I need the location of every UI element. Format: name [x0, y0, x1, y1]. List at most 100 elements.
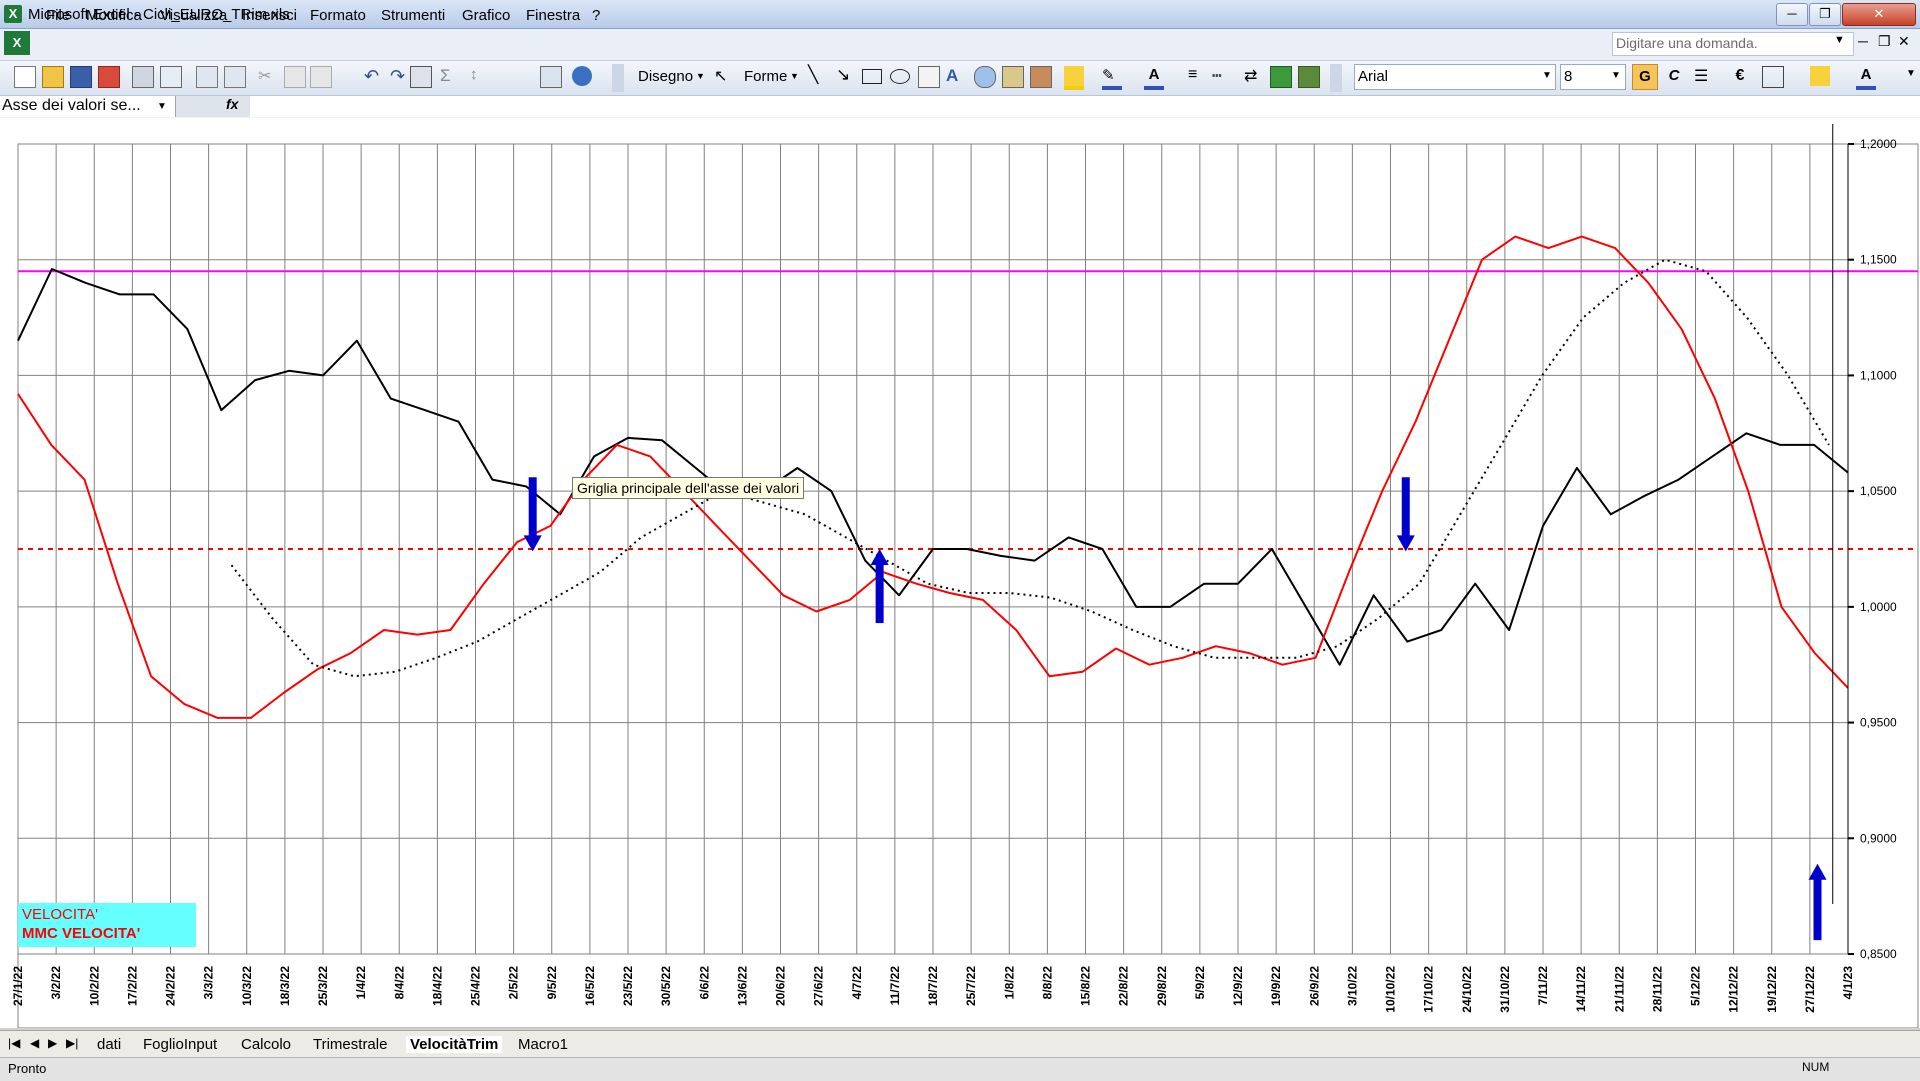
arrow-style-icon[interactable]: ⇄: [1244, 66, 1264, 86]
status-bar: [0, 1057, 1920, 1081]
x-tick-label: 8/4/22: [392, 966, 406, 1000]
draw-menu-label[interactable]: Disegno: [638, 68, 693, 85]
italic-button[interactable]: C: [1662, 64, 1686, 88]
y-tick-label: 0,9500: [1860, 716, 1897, 730]
workbook-icon[interactable]: X: [4, 31, 30, 55]
tab-foglioinput[interactable]: FoglioInput: [143, 1036, 217, 1053]
help-dropdown-icon[interactable]: ▼: [1834, 34, 1845, 46]
3d-icon[interactable]: [1298, 66, 1320, 88]
hyperlink-icon[interactable]: [410, 66, 432, 88]
diagram-icon[interactable]: [974, 66, 996, 88]
x-tick-label: 12/9/22: [1231, 966, 1245, 1006]
toolbar-grip-2[interactable]: [1330, 64, 1342, 92]
arrow-shaft: [1813, 877, 1822, 941]
x-tick-label: 10/3/22: [240, 966, 254, 1006]
oval-icon[interactable]: [890, 69, 910, 84]
doc-restore-button[interactable]: ❐: [1878, 33, 1891, 50]
x-tick-label: 11/7/22: [888, 966, 902, 1006]
print-icon[interactable]: [132, 66, 154, 88]
draw-dropdown-icon[interactable]: ▼: [696, 71, 705, 81]
save-icon[interactable]: [70, 66, 92, 88]
first-sheet-icon[interactable]: |◀: [8, 1036, 20, 1050]
tab-macro1[interactable]: Macro1: [518, 1036, 568, 1053]
menu-strumenti[interactable]: Strumenti: [381, 7, 445, 24]
shapes-menu-label[interactable]: Forme: [744, 68, 787, 85]
dash-style-icon[interactable]: ┅: [1212, 66, 1232, 86]
arrow-icon[interactable]: ↘: [836, 65, 850, 85]
cell-fill-icon[interactable]: [1810, 66, 1830, 86]
bold-button[interactable]: G: [1632, 64, 1658, 90]
x-tick-label: 27/1/22: [11, 966, 25, 1006]
minimize-button[interactable]: ─: [1776, 3, 1808, 26]
research-icon[interactable]: [224, 66, 246, 88]
spelling-icon[interactable]: [196, 66, 218, 88]
chart[interactable]: 1,2000 1,1500 1,1000 1,0500 1,0000 0,9500 0,90…: [0, 118, 1920, 1028]
menu-modifica[interactable]: Modifica: [86, 7, 142, 24]
open-icon[interactable]: [42, 66, 64, 88]
copy-icon[interactable]: [284, 66, 306, 88]
picture-icon[interactable]: [1030, 66, 1052, 88]
line-icon[interactable]: ╲: [808, 65, 818, 85]
x-tick-label: 29/8/22: [1155, 966, 1169, 1006]
x-tick-label: 24/2/22: [164, 966, 178, 1006]
align-icon[interactable]: ☰: [1694, 66, 1714, 86]
cell-font-color-icon[interactable]: A: [1856, 66, 1876, 90]
y-tick-label: 1,0000: [1860, 600, 1897, 614]
menu-inserisci[interactable]: Inserisci: [242, 7, 297, 24]
borders-icon[interactable]: [1762, 66, 1784, 88]
sort-icon[interactable]: ↕: [470, 66, 490, 86]
last-sheet-icon[interactable]: ▶|: [66, 1036, 78, 1050]
menu-finestra[interactable]: Finestra: [526, 7, 580, 24]
insert-function-icon[interactable]: fx: [226, 96, 238, 112]
prev-sheet-icon[interactable]: ◀: [30, 1036, 39, 1050]
line-style-icon[interactable]: ≡: [1188, 66, 1208, 86]
excel-icon[interactable]: X: [4, 5, 22, 23]
x-tick-label: 22/8/22: [1117, 966, 1131, 1006]
font-size-dropdown-icon[interactable]: ▼: [1608, 64, 1624, 88]
print-preview-icon[interactable]: [160, 66, 182, 88]
redo-icon[interactable]: ↷: [390, 66, 410, 86]
doc-minimize-button[interactable]: ─: [1858, 33, 1868, 49]
menu-visualizza[interactable]: Visualizza: [160, 7, 227, 24]
menu-formato[interactable]: Formato: [310, 7, 366, 24]
menu-grafico[interactable]: Grafico: [462, 7, 510, 24]
font-color-icon[interactable]: A: [1144, 66, 1164, 90]
chart-wizard-icon[interactable]: [540, 66, 562, 88]
tab-calcolo[interactable]: Calcolo: [241, 1036, 291, 1053]
toolbar-grip[interactable]: [612, 64, 624, 92]
name-box-dropdown-icon[interactable]: ▼: [152, 97, 172, 117]
menu-file[interactable]: File: [46, 7, 70, 24]
wordart-icon[interactable]: A: [946, 66, 966, 86]
formula-input[interactable]: [250, 96, 1920, 117]
x-tick-label: 17/2/22: [125, 966, 139, 1006]
textbox-icon[interactable]: [918, 66, 940, 88]
cut-icon[interactable]: ✂: [258, 66, 278, 86]
tab-dati[interactable]: dati: [97, 1036, 121, 1053]
undo-icon[interactable]: ↶: [364, 66, 384, 86]
fill-color-icon[interactable]: [1064, 66, 1084, 90]
pdf-icon[interactable]: [98, 66, 120, 88]
shapes-dropdown-icon[interactable]: ▼: [790, 71, 799, 81]
paste-icon[interactable]: [310, 66, 332, 88]
font-name-dropdown-icon[interactable]: ▼: [1539, 64, 1555, 88]
tab-trimestrale[interactable]: Trimestrale: [313, 1036, 387, 1053]
currency-button[interactable]: €: [1728, 64, 1752, 88]
restore-button[interactable]: ❐: [1809, 3, 1841, 26]
rectangle-icon[interactable]: [862, 69, 882, 84]
x-tick-label: 5/12/22: [1689, 966, 1703, 1006]
clipart-icon[interactable]: [1002, 66, 1024, 88]
doc-close-button[interactable]: ✕: [1898, 33, 1910, 50]
new-icon[interactable]: [14, 66, 36, 88]
x-tick-label: 25/7/22: [964, 966, 978, 1006]
toolbar-options-icon[interactable]: ▼: [1906, 68, 1916, 79]
next-sheet-icon[interactable]: ▶: [48, 1036, 57, 1050]
x-tick-label: 30/5/22: [659, 966, 673, 1006]
tab-velocitatrim[interactable]: VelocitàTrim: [406, 1036, 503, 1053]
select-pointer-icon[interactable]: ↖: [714, 66, 727, 86]
close-button[interactable]: ✕: [1842, 3, 1916, 26]
shadow-icon[interactable]: [1270, 66, 1292, 88]
line-color-icon[interactable]: ✎: [1102, 66, 1122, 90]
help-icon[interactable]: [572, 66, 592, 86]
autosum-icon[interactable]: Σ: [440, 66, 460, 86]
menu-help[interactable]: ?: [592, 7, 600, 24]
